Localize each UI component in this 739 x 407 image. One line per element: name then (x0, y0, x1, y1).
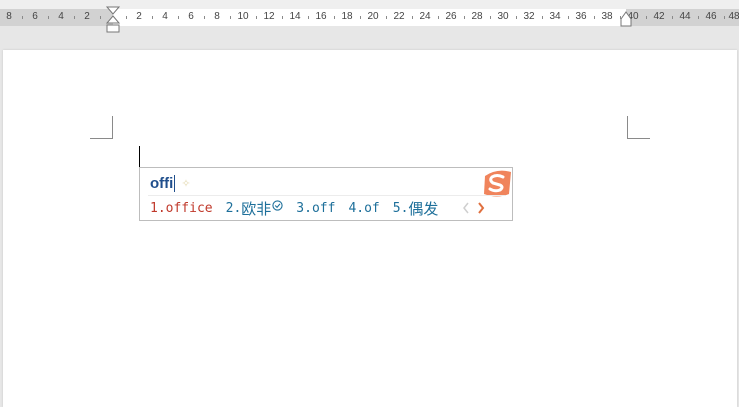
ruler-tick (22, 16, 23, 19)
ime-candidate-list: 1. office 2. 欧非 3. off 4. of 5. 偶发 (150, 198, 451, 218)
ruler-number: 32 (523, 11, 535, 22)
candidate-index: 1. (150, 200, 166, 216)
candidate-text: office (165, 200, 213, 216)
ruler-number: 18 (341, 11, 353, 22)
candidate-index: 2. (225, 200, 242, 216)
ruler-number: 34 (549, 11, 561, 22)
ruler-number: 44 (679, 11, 691, 22)
horizontal-ruler[interactable]: 8 6 4 2 2 4 6 8 10 12 14 16 18 20 22 24 26 28 30 32 34 36 38 40… (0, 0, 739, 33)
ruler-tick (672, 16, 673, 19)
ruler-number: 12 (263, 11, 275, 22)
ruler-tick (542, 16, 543, 19)
ruler-number: 4 (58, 11, 64, 22)
ime-candidate-panel[interactable]: offi ✧ 1. office 2. 欧非 3. off 4. of 5. 偶发 (139, 167, 513, 221)
indent-marker-icon[interactable] (106, 6, 120, 34)
ruler-number: 14 (289, 11, 301, 22)
ruler-tick (568, 16, 569, 19)
page-margin-corner-top-left (90, 116, 113, 139)
sogou-logo-icon[interactable] (481, 168, 513, 198)
candidate-text: of (364, 200, 380, 216)
candidate-index: 5. (392, 200, 409, 216)
ime-caret (174, 174, 176, 192)
ime-candidate[interactable]: 3. off (296, 201, 335, 216)
ruler-number: 8 (6, 11, 12, 22)
ruler-tick (464, 16, 465, 19)
ruler-tick (256, 16, 257, 19)
ruler-number: 26 (445, 11, 457, 22)
ruler-tick (412, 16, 413, 19)
right-indent-marker-icon[interactable] (620, 10, 632, 28)
ruler-number: 46 (705, 11, 717, 22)
ime-hint-icon: ✧ (181, 177, 191, 190)
ruler-tick (308, 16, 309, 19)
ruler-tick (386, 16, 387, 19)
ruler-number: 42 (653, 11, 665, 22)
ime-candidate[interactable]: 1. office (150, 201, 213, 216)
ruler-tick (334, 16, 335, 19)
ruler-tick (204, 16, 205, 19)
ime-candidate[interactable]: 4. of (348, 201, 379, 216)
ruler-tick (230, 16, 231, 19)
ruler-tick (438, 16, 439, 19)
ruler-tick (360, 16, 361, 19)
ruler-number: 24 (419, 11, 431, 22)
ruler-number: 4 (162, 11, 168, 22)
ruler-tick (74, 16, 75, 19)
ruler-number: 6 (32, 11, 38, 22)
ruler-number: 22 (393, 11, 405, 22)
ruler-tick (126, 16, 127, 19)
next-page-icon[interactable] (476, 201, 486, 215)
ruler-number: 30 (497, 11, 509, 22)
ruler-number: 20 (367, 11, 379, 22)
text-cursor (139, 146, 140, 168)
ruler-number: 8 (214, 11, 220, 22)
ruler-number: 10 (237, 11, 249, 22)
candidate-index: 3. (296, 200, 312, 216)
ruler-number: 38 (601, 11, 613, 22)
ruler-number: 2 (136, 11, 142, 22)
ime-candidate[interactable]: 5. 偶发 (393, 198, 439, 219)
ruler-tick (594, 16, 595, 19)
previous-page-icon[interactable] (461, 201, 471, 215)
ruler-number: 48 (728, 11, 739, 22)
verified-check-icon (272, 199, 283, 211)
ruler-tick (178, 16, 179, 19)
ime-composition: offi ✧ (150, 173, 191, 193)
ruler-tick (516, 16, 517, 19)
candidate-text: 偶发 (408, 199, 439, 218)
ruler-tick (152, 16, 153, 19)
ruler-number: 2 (84, 11, 90, 22)
document-page[interactable] (3, 50, 737, 407)
candidate-text: 欧非 (241, 199, 272, 218)
ime-divider (148, 195, 506, 196)
ruler-tick (646, 16, 647, 19)
ruler-tick (48, 16, 49, 19)
ime-candidate[interactable]: 2. 欧非 (226, 198, 284, 219)
page-margin-corner-top-right (627, 116, 650, 139)
ime-composition-text: offi (150, 174, 174, 192)
ruler-tick (698, 16, 699, 19)
ruler-tick (724, 16, 725, 19)
ruler-number: 16 (315, 11, 327, 22)
candidate-index: 4. (348, 200, 365, 216)
ruler-tick (100, 16, 101, 19)
ruler-tick (490, 16, 491, 19)
candidate-text: off (311, 200, 336, 216)
ruler-number: 28 (471, 11, 483, 22)
ruler-tick (282, 16, 283, 19)
ruler-number: 36 (575, 11, 587, 22)
ruler-number: 6 (188, 11, 194, 22)
